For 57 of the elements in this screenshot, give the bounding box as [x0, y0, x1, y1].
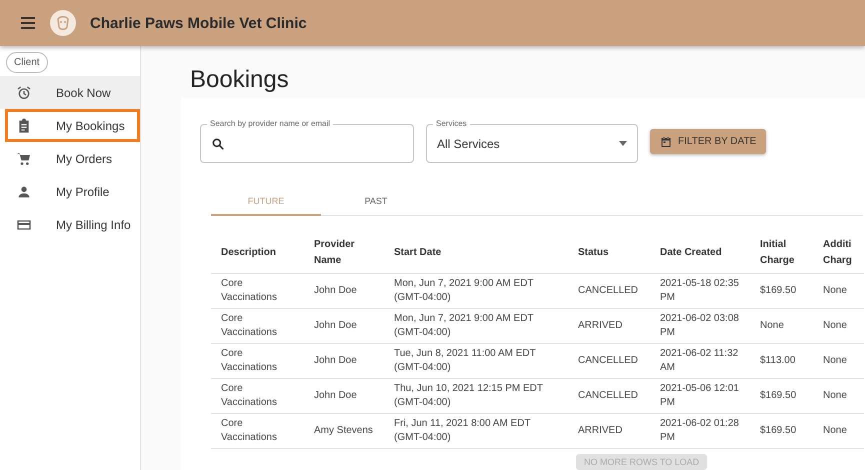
table-cell: ARRIVED — [568, 308, 650, 343]
table-cell: Core Vaccinations — [211, 378, 304, 413]
table-cell: $169.50 — [750, 378, 823, 413]
page-title: Bookings — [190, 66, 290, 95]
role-chip: Client — [6, 52, 48, 73]
table-cell: 2021-06-02 01:28 PM — [650, 413, 750, 448]
table-cell: Tue, Jun 8, 2021 11:00 AM EDT (GMT-04:00) — [384, 343, 568, 378]
column-header: Additi Charg — [823, 234, 864, 273]
table-cell: $113.00 — [750, 343, 823, 378]
table-cell: 2021-05-18 02:35 PM — [650, 273, 750, 308]
tab[interactable]: PAST — [321, 188, 431, 216]
table-cell: Amy Stevens — [304, 413, 384, 448]
table-cell: $169.50 — [750, 273, 823, 308]
column-header: Initial Charge — [750, 234, 823, 273]
table-cell: None — [750, 308, 823, 343]
table-cell: 2021-06-02 11:32 AM — [650, 343, 750, 378]
column-header: Start Date — [384, 234, 568, 273]
alarm-clock-icon — [16, 84, 32, 100]
table-cell: CANCELLED — [568, 343, 650, 378]
table-cell: Mon, Jun 7, 2021 9:00 AM EDT (GMT-04:00) — [384, 308, 568, 343]
table-cell: 2021-06-02 03:08 PM — [650, 308, 750, 343]
dropdown-caret-icon — [619, 141, 627, 146]
table-cell: $169.50 — [750, 413, 823, 448]
column-header: Description — [211, 234, 304, 273]
table-cell: John Doe — [304, 378, 384, 413]
table-cell: None — [823, 413, 864, 448]
table-cell: Core Vaccinations — [211, 343, 304, 378]
table-cell: CANCELLED — [568, 378, 650, 413]
table-cell: John Doe — [304, 343, 384, 378]
search-icon — [211, 136, 225, 150]
table-cell: Fri, Jun 11, 2021 8:00 AM EDT (GMT-04:00) — [384, 413, 568, 448]
table-cell: ARRIVED — [568, 413, 650, 448]
menu-icon[interactable] — [20, 16, 36, 30]
table-cell: None — [823, 378, 864, 413]
table-cell: John Doe — [304, 308, 384, 343]
table-cell: Core Vaccinations — [211, 308, 304, 343]
table-cell: None — [823, 273, 864, 308]
filter-by-date-button[interactable]: FILTER BY DATE — [650, 129, 766, 154]
column-header: Provider Name — [304, 234, 384, 273]
table-cell: Thu, Jun 10, 2021 12:15 PM EDT (GMT-04:00) — [384, 378, 568, 413]
column-header: Status — [568, 234, 650, 273]
app-title: Charlie Paws Mobile Vet Clinic — [90, 14, 307, 32]
dog-logo-icon — [50, 10, 76, 36]
calendar-icon — [660, 136, 672, 148]
person-icon — [16, 184, 32, 200]
column-header: Date Created — [650, 234, 750, 273]
table-cell: Mon, Jun 7, 2021 9:00 AM EDT (GMT-04:00) — [384, 273, 568, 308]
table-cell: CANCELLED — [568, 273, 650, 308]
sidebar-item[interactable]: My Bookings — [5, 109, 140, 142]
table-cell: Core Vaccinations — [211, 273, 304, 308]
table-cell: John Doe — [304, 273, 384, 308]
cart-icon — [16, 150, 32, 166]
sidebar-item[interactable]: Book Now — [0, 76, 140, 109]
table-cell: 2021-05-06 12:01 PM — [650, 378, 750, 413]
table-cell: None — [823, 343, 864, 378]
table-cell: None — [823, 308, 864, 343]
table-cell: Core Vaccinations — [211, 413, 304, 448]
